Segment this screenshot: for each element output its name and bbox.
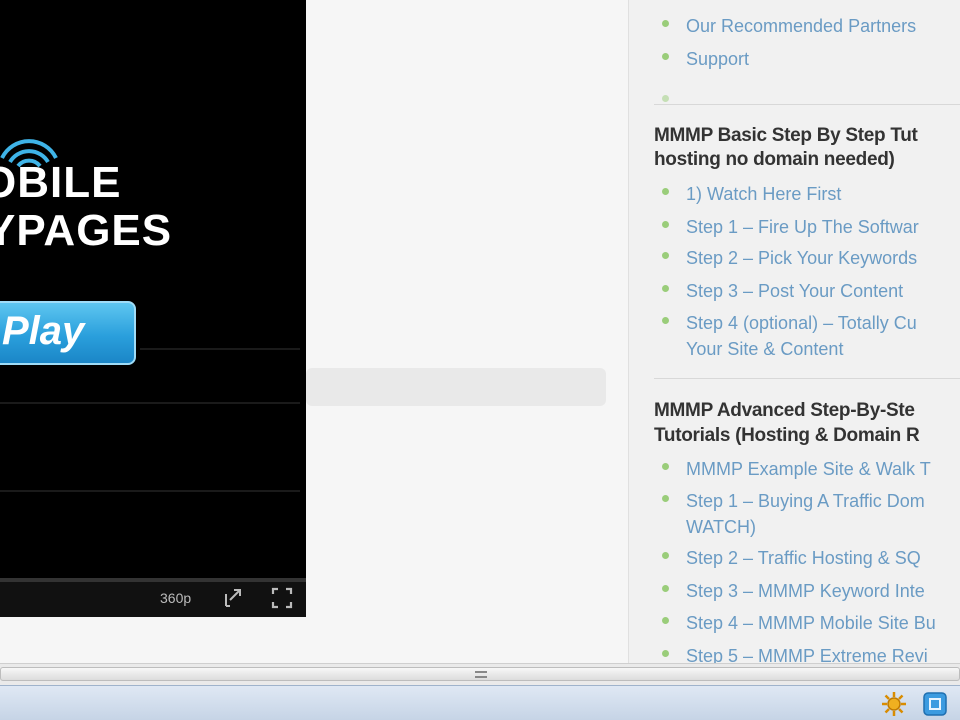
link-label[interactable]: Step 4 – MMMP Mobile Site Bu (686, 610, 936, 636)
section-heading-basic-line2: hosting no domain needed) (654, 149, 895, 170)
link-label[interactable]: Support (686, 46, 749, 72)
bullet-icon (662, 221, 669, 228)
link-label[interactable]: Step 3 – MMMP Keyword Inte (686, 578, 925, 604)
gear-sun-icon[interactable] (881, 691, 907, 717)
section-heading-advanced-line2: Tutorials (Hosting & Domain R (654, 425, 920, 446)
scrollbar-thumb[interactable] (0, 667, 960, 681)
video-player[interactable]: OBILE YPAGES Play 360p (0, 0, 306, 617)
play-button[interactable]: Play (0, 301, 136, 365)
bullet-icon (662, 650, 669, 657)
content-divider-bar (306, 368, 606, 406)
faded-text-line (0, 490, 300, 492)
bullet-icon (662, 617, 669, 624)
section-heading-advanced: MMMP Advanced Step-By-Ste (654, 400, 915, 421)
bullet-icon (662, 252, 669, 259)
logo-text-line1: OBILE (0, 158, 122, 207)
quality-setting[interactable]: 360p (160, 590, 191, 606)
link-label[interactable]: Step 5 – MMMP Extreme Revi (686, 643, 928, 663)
bullet-icon (662, 495, 669, 502)
link-label-line2[interactable]: WATCH) (686, 514, 756, 540)
link-label[interactable]: Step 1 – Fire Up The Softwar (686, 214, 919, 240)
section-divider (654, 104, 960, 105)
bullet-icon (662, 95, 669, 102)
link-label-line1[interactable]: Step 4 (optional) – Totally Cu (686, 310, 917, 336)
link-label-line1[interactable]: Step 1 – Buying A Traffic Dom (686, 488, 925, 514)
link-label[interactable]: Step 2 – Pick Your Keywords (686, 245, 917, 271)
logo-text-line2: YPAGES (0, 206, 173, 255)
bullet-icon (662, 285, 669, 292)
faded-text-line (0, 402, 300, 404)
bullet-icon (662, 552, 669, 559)
player-controls: 360p (0, 578, 306, 617)
bullet-icon (662, 188, 669, 195)
link-label-line2[interactable]: Your Site & Content (686, 336, 843, 362)
taskbar (0, 685, 960, 720)
link-label[interactable]: MMMP Example Site & Walk T (686, 456, 931, 482)
link-label[interactable]: Our Recommended Partners (686, 13, 916, 39)
section-heading-basic: MMMP Basic Step By Step Tut (654, 125, 918, 146)
faded-text-line (140, 348, 300, 350)
scrollbar-grip-icon (475, 671, 487, 678)
link-label[interactable]: 1) Watch Here First (686, 181, 841, 207)
bullet-icon (662, 463, 669, 470)
popout-icon[interactable] (222, 586, 246, 610)
mobile-money-pages-logo: OBILE YPAGES (0, 128, 306, 258)
bullet-icon (662, 20, 669, 27)
link-label[interactable]: Step 3 – Post Your Content (686, 278, 903, 304)
play-button-label: Play (2, 309, 85, 353)
sidebar: Our Recommended Partners Support MMMP Ba… (628, 0, 960, 663)
bullet-icon (662, 317, 669, 324)
progress-bar[interactable] (0, 578, 306, 582)
horizontal-scrollbar[interactable] (0, 663, 960, 685)
bullet-icon (662, 585, 669, 592)
link-label[interactable]: Step 2 – Traffic Hosting & SQ (686, 545, 921, 571)
fullscreen-icon[interactable] (270, 586, 294, 610)
section-divider (654, 378, 960, 379)
bullet-icon (662, 53, 669, 60)
app-blue-icon[interactable] (922, 691, 948, 717)
page-content: OBILE YPAGES Play 360p Our Recommended P… (0, 0, 960, 663)
